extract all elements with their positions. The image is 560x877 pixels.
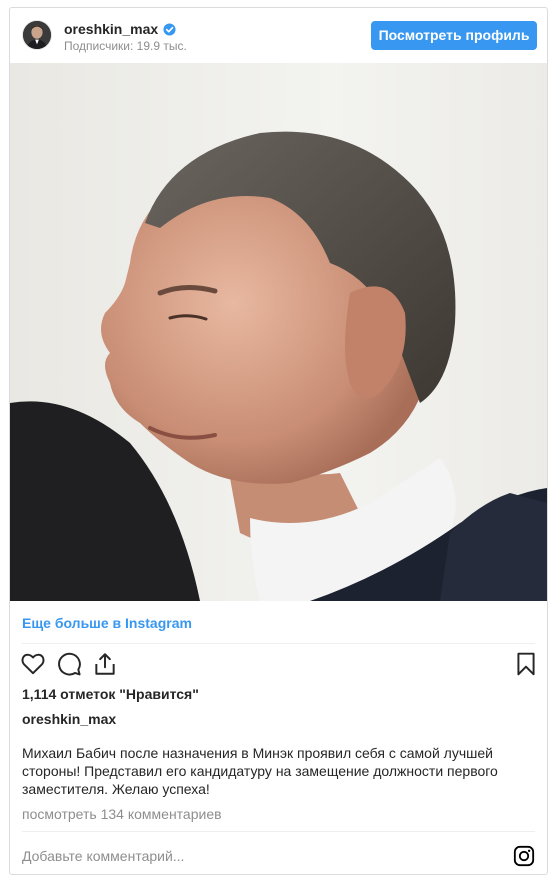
more-on-instagram-link[interactable]: Еще больше в Instagram [22,615,192,631]
post-author[interactable]: oreshkin_max [22,711,116,727]
avatar[interactable] [22,20,52,50]
action-bar [10,651,547,681]
portrait-photo-icon [10,63,547,601]
divider [22,831,535,832]
post-photo[interactable] [10,63,547,601]
comment-icon[interactable] [56,651,82,677]
username-row: oreshkin_max [64,21,176,37]
followers-count: Подписчики: 19.9 тыс. [64,39,187,53]
post-header: oreshkin_max Подписчики: 19.9 тыс. Посмо… [10,8,547,64]
share-icon[interactable] [92,651,118,677]
username[interactable]: oreshkin_max [64,21,158,37]
bookmark-icon[interactable] [513,651,539,677]
view-profile-button[interactable]: Посмотреть профиль [371,21,537,50]
heart-icon[interactable] [20,651,46,677]
post-caption: Михаил Бабич после назначения в Минэк пр… [22,745,498,797]
view-comments-link[interactable]: посмотреть 134 комментариев [22,806,222,822]
instagram-embed-card: oreshkin_max Подписчики: 19.9 тыс. Посмо… [9,7,548,875]
divider [22,643,535,644]
instagram-logo-icon[interactable] [513,845,535,867]
add-comment-input[interactable] [22,846,492,866]
likes-count[interactable]: 1,114 отметок "Нравится" [22,686,199,702]
verified-badge-icon [163,22,176,36]
